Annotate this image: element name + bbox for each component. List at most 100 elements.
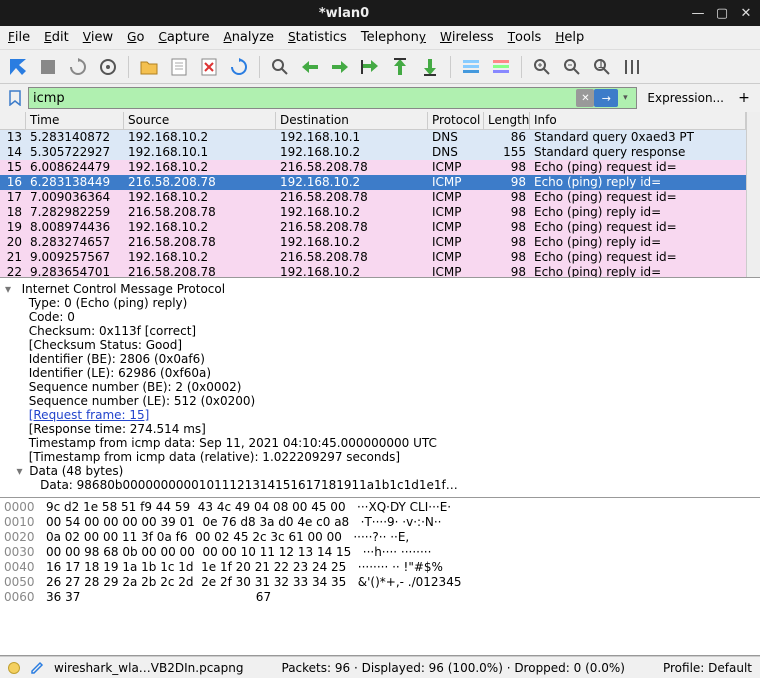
- packet-row[interactable]: 229.283654701216.58.208.78192.168.10.2IC…: [0, 265, 746, 277]
- packet-details[interactable]: ▾ Internet Control Message Protocol Type…: [0, 278, 760, 498]
- collapse-icon[interactable]: ▾: [13, 464, 25, 478]
- colorize-button[interactable]: [487, 53, 515, 81]
- display-filter-input[interactable]: ✕ → ▾: [28, 87, 637, 109]
- detail-line: Identifier (BE): 2806 (0x0af6): [29, 352, 205, 366]
- proto-header: Internet Control Message Protocol: [22, 282, 225, 296]
- minimize-button[interactable]: —: [690, 5, 706, 21]
- col-time[interactable]: Time: [26, 112, 124, 129]
- reload-button[interactable]: [225, 53, 253, 81]
- hex-row[interactable]: 0010 00 54 00 00 00 00 39 01 0e 76 d8 3a…: [4, 515, 756, 530]
- menu-telephony[interactable]: Telephony: [361, 30, 426, 45]
- hex-row[interactable]: 0030 00 00 98 68 0b 00 00 00 00 00 10 11…: [4, 545, 756, 560]
- go-last-button[interactable]: [416, 53, 444, 81]
- col-length[interactable]: Length: [484, 112, 530, 129]
- collapse-icon[interactable]: ▾: [2, 282, 14, 296]
- detail-line: Sequence number (BE): 2 (0x0002): [29, 380, 242, 394]
- packet-row[interactable]: 219.009257567192.168.10.2216.58.208.78IC…: [0, 250, 746, 265]
- expert-info-icon[interactable]: [8, 662, 20, 674]
- menu-file[interactable]: File: [8, 30, 30, 45]
- hex-row[interactable]: 0050 26 27 28 29 2a 2b 2c 2d 2e 2f 30 31…: [4, 575, 756, 590]
- detail-line: Type: 0 (Echo (ping) reply): [29, 296, 188, 310]
- maximize-button[interactable]: ▢: [714, 5, 730, 21]
- menu-statistics[interactable]: Statistics: [288, 30, 347, 45]
- packet-row[interactable]: 208.283274657216.58.208.78192.168.10.2IC…: [0, 235, 746, 250]
- apply-filter-button[interactable]: →: [594, 89, 618, 107]
- menu-help[interactable]: Help: [555, 30, 584, 45]
- detail-line: Data (48 bytes): [29, 464, 123, 478]
- menu-analyze[interactable]: Analyze: [223, 30, 274, 45]
- status-packets: Packets: 96 · Displayed: 96 (100.0%) · D…: [253, 661, 653, 675]
- packet-vscrollbar[interactable]: [746, 112, 760, 277]
- go-first-button[interactable]: [386, 53, 414, 81]
- window-title: *wlan0: [6, 6, 682, 21]
- col-source[interactable]: Source: [124, 112, 276, 129]
- restart-capture-button[interactable]: [64, 53, 92, 81]
- menu-wireless[interactable]: Wireless: [440, 30, 494, 45]
- filter-text[interactable]: [33, 91, 576, 106]
- filter-dropdown-button[interactable]: ▾: [618, 89, 632, 107]
- stop-capture-button[interactable]: [34, 53, 62, 81]
- open-file-button[interactable]: [135, 53, 163, 81]
- packet-row[interactable]: 198.008974436192.168.10.2216.58.208.78IC…: [0, 220, 746, 235]
- menu-view[interactable]: View: [83, 30, 113, 45]
- menubar: File Edit View Go Capture Analyze Statis…: [0, 26, 760, 50]
- packet-header-row: Time Source Destination Protocol Length …: [0, 112, 746, 130]
- zoom-in-button[interactable]: [528, 53, 556, 81]
- go-forward-button[interactable]: [326, 53, 354, 81]
- detail-line: Data: 98680b0000000000101112131415161718…: [40, 478, 458, 492]
- detail-line: [Checksum Status: Good]: [29, 338, 182, 352]
- save-file-button[interactable]: [165, 53, 193, 81]
- detail-line: [Timestamp from icmp data (relative): 1.…: [29, 450, 400, 464]
- detail-line: Timestamp from icmp data: Sep 11, 2021 0…: [29, 436, 437, 450]
- col-destination[interactable]: Destination: [276, 112, 428, 129]
- detail-line: Identifier (LE): 62986 (0xf60a): [29, 366, 211, 380]
- titlebar: *wlan0 — ▢ ✕: [0, 0, 760, 26]
- menu-edit[interactable]: Edit: [44, 30, 69, 45]
- menu-capture[interactable]: Capture: [158, 30, 209, 45]
- packet-row[interactable]: 135.283140872192.168.10.2192.168.10.1DNS…: [0, 130, 746, 145]
- packet-row[interactable]: 177.009036364192.168.10.2216.58.208.78IC…: [0, 190, 746, 205]
- hex-row[interactable]: 0020 0a 02 00 00 11 3f 0a f6 00 02 45 2c…: [4, 530, 756, 545]
- hex-row[interactable]: 0000 9c d2 1e 58 51 f9 44 59 43 4c 49 04…: [4, 500, 756, 515]
- capture-options-button[interactable]: [94, 53, 122, 81]
- resize-columns-button[interactable]: [618, 53, 646, 81]
- packet-list[interactable]: Time Source Destination Protocol Length …: [0, 112, 760, 278]
- clear-filter-button[interactable]: ✕: [576, 89, 594, 107]
- filter-row: ✕ → ▾ Expression... +: [0, 84, 760, 112]
- detail-line: Sequence number (LE): 512 (0x0200): [29, 394, 256, 408]
- packet-row[interactable]: 187.282982259216.58.208.78192.168.10.2IC…: [0, 205, 746, 220]
- toolbar: 1: [0, 50, 760, 84]
- statusbar: wireshark_wla…VB2DIn.pcapng Packets: 96 …: [0, 656, 760, 678]
- go-back-button[interactable]: [296, 53, 324, 81]
- packet-row[interactable]: 145.305722927192.168.10.1192.168.10.2DNS…: [0, 145, 746, 160]
- menu-go[interactable]: Go: [127, 30, 144, 45]
- go-to-packet-button[interactable]: [356, 53, 384, 81]
- col-info[interactable]: Info: [530, 112, 746, 129]
- detail-line: Code: 0: [29, 310, 75, 324]
- edit-icon[interactable]: [30, 661, 44, 675]
- start-capture-button[interactable]: [4, 53, 32, 81]
- col-no[interactable]: [0, 112, 26, 129]
- status-file: wireshark_wla…VB2DIn.pcapng: [54, 661, 243, 675]
- svg-text:1: 1: [597, 58, 605, 71]
- find-packet-button[interactable]: [266, 53, 294, 81]
- close-file-button[interactable]: [195, 53, 223, 81]
- hex-pane[interactable]: 0000 9c d2 1e 58 51 f9 44 59 43 4c 49 04…: [0, 498, 760, 656]
- detail-line: [Response time: 274.514 ms]: [29, 422, 206, 436]
- expression-button[interactable]: Expression...: [641, 89, 730, 107]
- detail-line: Checksum: 0x113f [correct]: [29, 324, 196, 338]
- menu-tools[interactable]: Tools: [508, 30, 542, 45]
- zoom-out-button[interactable]: [558, 53, 586, 81]
- request-frame-link[interactable]: [Request frame: 15]: [29, 408, 150, 422]
- add-filter-button[interactable]: +: [734, 88, 754, 108]
- zoom-reset-button[interactable]: 1: [588, 53, 616, 81]
- hex-row[interactable]: 0060 36 37 67: [4, 590, 756, 605]
- col-protocol[interactable]: Protocol: [428, 112, 484, 129]
- auto-scroll-button[interactable]: [457, 53, 485, 81]
- hex-row[interactable]: 0040 16 17 18 19 1a 1b 1c 1d 1e 1f 20 21…: [4, 560, 756, 575]
- status-profile[interactable]: Profile: Default: [663, 661, 752, 675]
- packet-row[interactable]: 166.283138449216.58.208.78192.168.10.2IC…: [0, 175, 746, 190]
- close-button[interactable]: ✕: [738, 5, 754, 21]
- bookmark-icon[interactable]: [6, 89, 24, 107]
- packet-row[interactable]: 156.008624479192.168.10.2216.58.208.78IC…: [0, 160, 746, 175]
